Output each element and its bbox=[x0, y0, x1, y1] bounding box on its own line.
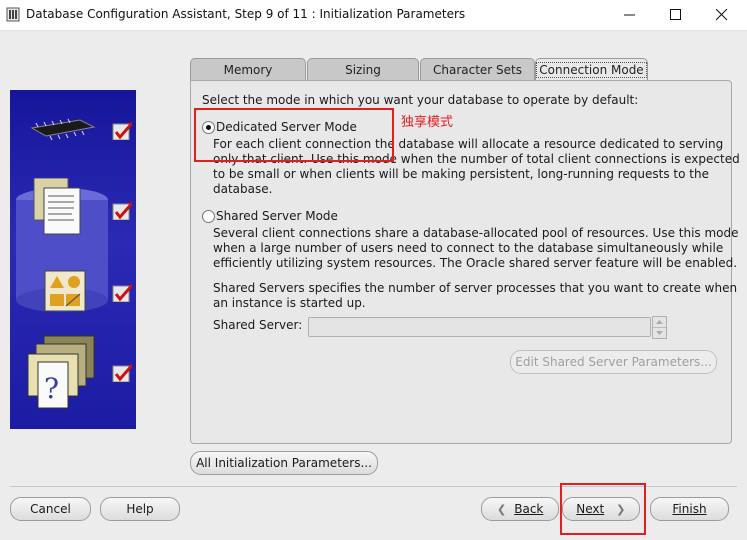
chevron-left-icon: ❮ bbox=[497, 503, 507, 516]
back-button[interactable]: ❮ Back bbox=[481, 497, 559, 521]
tab-label: Sizing bbox=[345, 63, 381, 77]
close-button[interactable] bbox=[699, 0, 745, 30]
shared-server-field-label: Shared Server: bbox=[213, 318, 303, 332]
checkbox-checked-icon bbox=[112, 121, 132, 140]
shapes-icon bbox=[44, 270, 86, 312]
intro-text: Select the mode in which you want your d… bbox=[202, 93, 639, 107]
shared-note-line: an instance is started up. bbox=[213, 296, 366, 310]
shared-server-label[interactable]: Shared Server Mode bbox=[216, 209, 338, 223]
shared-note-line: Shared Servers specifies the number of s… bbox=[213, 281, 738, 295]
back-label: Back bbox=[514, 502, 544, 516]
spinner-arrows-icon bbox=[653, 320, 666, 335]
app-icon bbox=[6, 7, 20, 22]
checkbox-checked-icon bbox=[112, 363, 132, 382]
checkbox-checked-icon bbox=[112, 283, 132, 302]
checkbox-checked-icon bbox=[112, 201, 132, 220]
shared-server-input[interactable] bbox=[308, 317, 651, 337]
next-annotation-box bbox=[560, 483, 646, 535]
tab-connection-mode[interactable]: Connection Mode bbox=[535, 58, 648, 82]
tab-character-sets[interactable]: Character Sets bbox=[420, 58, 535, 81]
shared-server-spinner[interactable] bbox=[652, 316, 667, 339]
tab-memory[interactable]: Memory bbox=[190, 58, 306, 81]
shared-desc-line: efficiently utilizing system resources. … bbox=[213, 256, 738, 270]
minimize-icon bbox=[624, 14, 635, 16]
finish-button[interactable]: Finish bbox=[650, 497, 729, 521]
edit-shared-server-parameters-button[interactable]: Edit Shared Server Parameters... bbox=[510, 350, 717, 374]
wizard-image-panel: ? bbox=[10, 90, 136, 429]
tab-label: Character Sets bbox=[432, 63, 522, 77]
help-button[interactable]: Help bbox=[100, 497, 180, 521]
cancel-button[interactable]: Cancel bbox=[10, 497, 91, 521]
close-icon bbox=[716, 9, 728, 21]
dedicated-desc-line: database. bbox=[213, 182, 273, 196]
maximize-button[interactable] bbox=[653, 0, 699, 30]
svg-text:?: ? bbox=[44, 372, 59, 405]
tab-sizing[interactable]: Sizing bbox=[307, 58, 419, 81]
shared-desc-line: Several client connections share a datab… bbox=[213, 226, 739, 240]
shared-desc-line: when a large number of users need to con… bbox=[213, 241, 724, 255]
chip-icon bbox=[30, 118, 96, 141]
dedicated-desc-line: to be small or when clients will be maki… bbox=[213, 167, 709, 181]
all-initialization-parameters-button[interactable]: All Initialization Parameters... bbox=[190, 451, 378, 475]
question-folders-icon: ? bbox=[27, 335, 95, 409]
annotation-box bbox=[194, 108, 394, 162]
finish-label: Finish bbox=[672, 502, 707, 516]
maximize-icon bbox=[670, 9, 681, 20]
annotation-text: 独享模式 bbox=[401, 115, 454, 130]
tab-label: Connection Mode bbox=[536, 62, 647, 78]
minimize-button[interactable] bbox=[607, 0, 653, 30]
window-title: Database Configuration Assistant, Step 9… bbox=[26, 7, 466, 21]
title-bar: Database Configuration Assistant, Step 9… bbox=[0, 0, 747, 31]
tab-label: Memory bbox=[223, 63, 273, 77]
shared-server-radio[interactable] bbox=[202, 210, 215, 223]
